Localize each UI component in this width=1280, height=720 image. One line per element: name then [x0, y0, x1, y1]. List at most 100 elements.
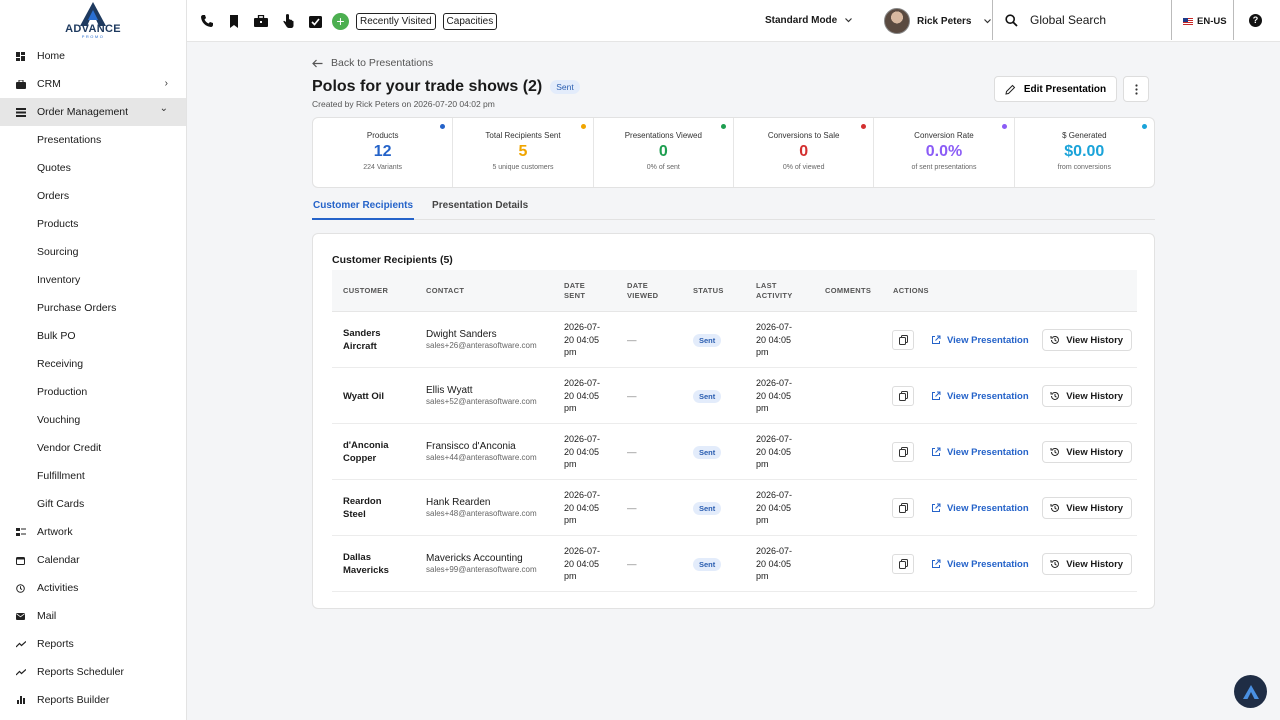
card-title: Customer Recipients (5): [332, 254, 453, 266]
sidebar-item-activities[interactable]: Activities: [0, 574, 186, 602]
briefcase-icon[interactable]: [251, 11, 271, 31]
sidebar-item-reports-scheduler[interactable]: Reports Scheduler: [0, 658, 186, 686]
stat-presentations-viewed: Presentations Viewed 0 0% of sent: [594, 118, 734, 187]
external-link-icon: [932, 559, 941, 568]
cell-last-activity: 2026-07-20 04:05 pm: [756, 434, 793, 470]
cell-date-sent: 2026-07-20 04:05 pm: [564, 378, 601, 414]
stat-label: $ Generated: [1062, 131, 1107, 140]
sidebar-item-label: Reports Scheduler: [37, 666, 124, 678]
back-link[interactable]: Back to Presentations: [312, 57, 433, 69]
cell-contact: Fransisco d'Anconia sales+44@anterasoftwa…: [426, 424, 537, 480]
view-history-button[interactable]: View History: [1041, 329, 1132, 351]
view-history-button[interactable]: View History: [1041, 385, 1132, 407]
sidebar-sub-orders[interactable]: Orders: [0, 182, 186, 210]
calendar-icon: [0, 556, 37, 565]
brand-logo[interactable]: ADVANCE PROMO: [0, 0, 186, 42]
stat-sub: 0% of viewed: [782, 164, 825, 171]
sidebar-item-label: Order Management: [37, 106, 129, 118]
copy-link-button[interactable]: [892, 554, 914, 574]
sidebar-sub-purchase-orders[interactable]: Purchase Orders: [0, 294, 186, 322]
sidebar-item-reports-builder[interactable]: Reports Builder: [0, 686, 186, 714]
sidebar-sub-sourcing[interactable]: Sourcing: [0, 238, 186, 266]
copy-link-button[interactable]: [892, 442, 914, 462]
view-history-label: View History: [1066, 334, 1124, 346]
cell-status: Sent: [693, 312, 722, 368]
sidebar-sub-vendor-credit[interactable]: Vendor Credit: [0, 434, 186, 462]
view-history-button[interactable]: View History: [1041, 441, 1132, 463]
edit-presentation-button[interactable]: Edit Presentation: [994, 76, 1117, 102]
more-options-button[interactable]: [1123, 76, 1149, 102]
sidebar-item-order-management[interactable]: Order Management ⌄: [0, 98, 186, 126]
view-presentation-link[interactable]: View Presentation: [931, 559, 1029, 570]
phone-icon[interactable]: [197, 11, 217, 31]
assistant-fab-button[interactable]: [1234, 675, 1267, 708]
sidebar-sub-receiving[interactable]: Receiving: [0, 350, 186, 378]
sidebar-sub-gift-cards[interactable]: Gift Cards: [0, 490, 186, 518]
view-presentation-link[interactable]: View Presentation: [931, 447, 1029, 458]
cell-customer: Sanders Aircraft: [343, 328, 381, 352]
tab-customer-recipients[interactable]: Customer Recipients: [312, 196, 415, 220]
sidebar-item-artwork[interactable]: Artwork: [0, 518, 186, 546]
view-presentation-label: View Presentation: [947, 558, 1029, 570]
help-icon[interactable]: ?: [1249, 14, 1262, 27]
sidebar-sub-products[interactable]: Products: [0, 210, 186, 238]
tab-presentation-details[interactable]: Presentation Details: [431, 196, 529, 220]
chevron-right-icon: ›: [164, 78, 168, 89]
cell-date-viewed: —: [627, 390, 637, 402]
sidebar-sub-fulfillment[interactable]: Fulfillment: [0, 462, 186, 490]
sidebar-item-reports[interactable]: Reports: [0, 630, 186, 658]
recently-visited-button[interactable]: Recently Visited: [356, 12, 436, 30]
view-presentation-link[interactable]: View Presentation: [931, 503, 1029, 514]
cell-status: Sent: [693, 536, 722, 592]
copy-icon: [898, 447, 908, 457]
task-check-icon[interactable]: [305, 11, 325, 31]
sidebar-sub-bulk-po[interactable]: Bulk PO: [0, 322, 186, 350]
table-row: Sanders Aircraft Dwight Sanders sales+26@…: [332, 312, 1137, 368]
bookmark-icon[interactable]: [224, 11, 244, 31]
add-button[interactable]: +: [332, 12, 349, 30]
sidebar-sub-production[interactable]: Production: [0, 378, 186, 406]
sidebar-sub-presentations[interactable]: Presentations: [0, 126, 186, 154]
dashboard-icon: [0, 51, 37, 61]
view-history-label: View History: [1066, 558, 1124, 570]
search-input[interactable]: Global Search: [1030, 13, 1106, 27]
sidebar: ADVANCE PROMO Home CRM › Order Managemen…: [0, 0, 187, 720]
sidebar-sub-inventory[interactable]: Inventory: [0, 266, 186, 294]
copy-link-button[interactable]: [892, 386, 914, 406]
view-history-button[interactable]: View History: [1041, 553, 1132, 575]
cell-date-sent: 2026-07-20 04:05 pm: [564, 546, 601, 582]
copy-link-button[interactable]: [892, 330, 914, 350]
cell-status: Sent: [693, 480, 722, 536]
stat-sub: 0% of sent: [646, 164, 680, 171]
language-selector[interactable]: EN-US: [1183, 16, 1227, 27]
capacities-button[interactable]: Capacities: [442, 12, 498, 30]
external-link-icon: [932, 391, 941, 400]
sidebar-item-home[interactable]: Home: [0, 42, 186, 70]
global-search[interactable]: Global Search: [1005, 13, 1106, 27]
view-history-button[interactable]: View History: [1041, 497, 1132, 519]
copy-icon: [898, 391, 908, 401]
sidebar-sub-quotes[interactable]: Quotes: [0, 154, 186, 182]
view-presentation-link[interactable]: View Presentation: [931, 391, 1029, 402]
mode-selector[interactable]: Standard Mode: [765, 15, 853, 26]
sidebar-item-mail[interactable]: Mail: [0, 602, 186, 630]
stat-value: $0.00: [1064, 143, 1105, 160]
user-menu[interactable]: Rick Peters: [884, 8, 992, 34]
contact-name: Fransisco d'Anconia: [426, 441, 516, 452]
sidebar-sub-vouching[interactable]: Vouching: [0, 406, 186, 434]
status-dot: [440, 124, 446, 129]
contact-email: sales+99@anterasoftware.com: [426, 565, 537, 574]
page-title: Polos for your trade shows (2): [312, 78, 543, 95]
view-presentation-link[interactable]: View Presentation: [931, 335, 1029, 346]
copy-link-button[interactable]: [892, 498, 914, 518]
stat-label: Conversions to Sale: [767, 131, 840, 140]
arrow-left-icon: [312, 59, 323, 67]
contact-email: sales+52@anterasoftware.com: [426, 397, 537, 406]
stat-total-recipients: Total Recipients Sent 5 5 unique custome…: [453, 118, 594, 187]
sidebar-item-calendar[interactable]: Calendar: [0, 546, 186, 574]
status-dot: [861, 124, 867, 129]
table-row: Wyatt Oil Ellis Wyatt sales+52@anterasoft…: [332, 368, 1137, 424]
sidebar-item-crm[interactable]: CRM ›: [0, 70, 186, 98]
table-row: d'Anconia Copper Fransisco d'Anconia sale…: [332, 424, 1137, 480]
touch-icon[interactable]: [278, 11, 298, 31]
